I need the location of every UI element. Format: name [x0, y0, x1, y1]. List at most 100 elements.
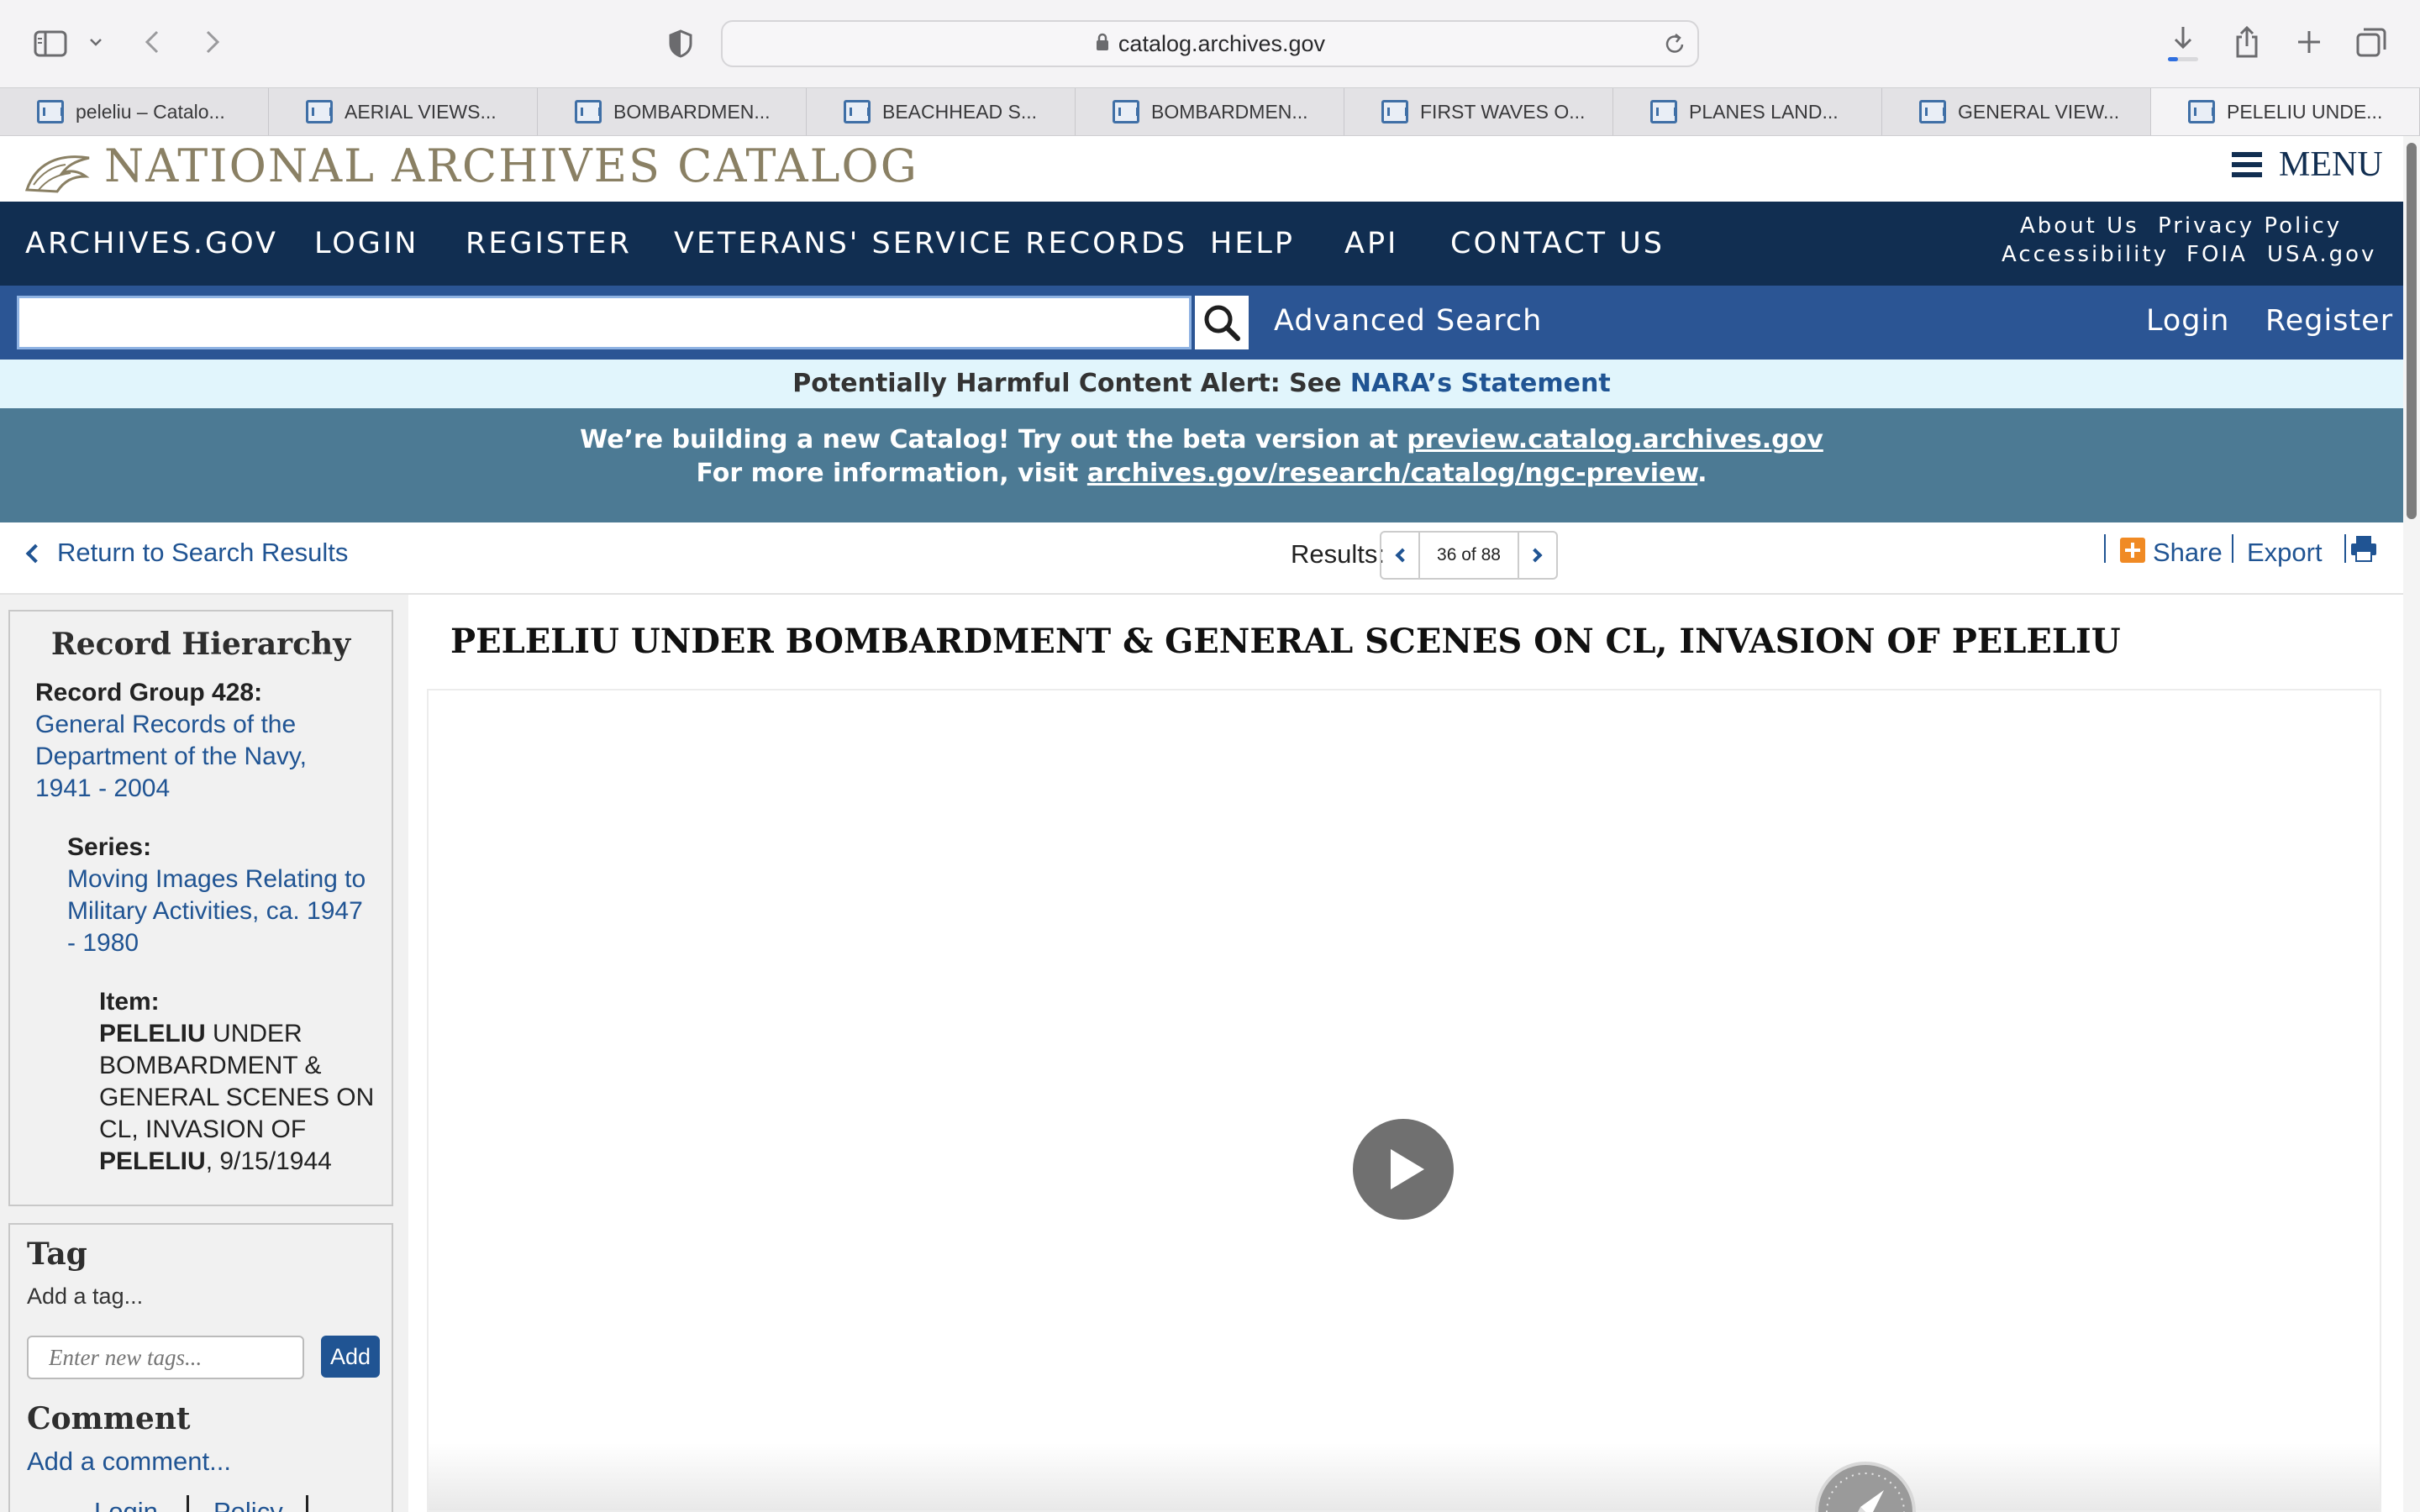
- result-count: 36 of 88: [1418, 533, 1519, 578]
- print-button[interactable]: [2349, 534, 2378, 570]
- tab-overview-icon[interactable]: [2354, 25, 2388, 59]
- search-input[interactable]: [17, 296, 1192, 349]
- header-login-link[interactable]: Login: [2146, 304, 2229, 338]
- record-group-label: Record Group 428:: [35, 679, 263, 706]
- hamburger-icon: [2232, 152, 2262, 177]
- eagle-logo-icon[interactable]: [24, 148, 92, 197]
- add-comment-link[interactable]: Add a comment...: [27, 1446, 231, 1477]
- sidebar-toggle-icon[interactable]: [34, 27, 67, 60]
- tag-panel: Tag Add a tag... Add Comment Add a comme…: [8, 1223, 393, 1512]
- next-result-button[interactable]: [1519, 533, 1556, 578]
- printer-icon: [2351, 536, 2376, 562]
- beta-line2-text: For more information, visit: [696, 459, 1087, 488]
- record-hierarchy-title: Record Hierarchy: [50, 627, 351, 662]
- play-button[interactable]: [1353, 1119, 1454, 1220]
- hierarchy-series: Series: Moving Images Relating to Milita…: [67, 832, 392, 959]
- record-title: PELELIU UNDER BOMBARDMENT & GENERAL SCEN…: [450, 622, 2121, 661]
- link-line: Military Activities, ca. 1947: [67, 897, 363, 925]
- archives-favicon-icon: [2188, 100, 2215, 123]
- record-group-link[interactable]: General Records of the Department of the…: [35, 709, 392, 805]
- scrollbar-thumb[interactable]: [2407, 143, 2417, 519]
- link-line: 1941 - 2004: [35, 774, 171, 802]
- text: , 9/15/1944: [205, 1147, 332, 1175]
- share-label: Share: [2153, 538, 2223, 567]
- search-bar: Advanced Search Login Register: [0, 286, 2403, 360]
- browser-tab[interactable]: BOMBARDMEN...: [538, 88, 807, 135]
- browser-tab[interactable]: BEACHHEAD S...: [807, 88, 1076, 135]
- browser-tab[interactable]: peleliu – Catalo...: [0, 88, 269, 135]
- text: GENERAL SCENES ON: [99, 1084, 375, 1111]
- link-line: General Records of the: [35, 711, 297, 738]
- item-label: Item:: [99, 988, 160, 1016]
- downloads-icon[interactable]: [2166, 22, 2200, 66]
- privacy-shield-icon[interactable]: [666, 29, 696, 59]
- archives-favicon-icon: [1113, 100, 1139, 123]
- compass-icon[interactable]: [1815, 1462, 1916, 1512]
- address-bar[interactable]: catalog.archives.gov: [721, 20, 1699, 67]
- nav-login[interactable]: LOGIN: [314, 227, 418, 260]
- comment-policy-link[interactable]: Policy: [213, 1497, 283, 1512]
- site-logo-text[interactable]: NATIONAL ARCHIVES CATALOG: [104, 139, 918, 192]
- player-shade: [429, 1443, 2380, 1510]
- nav-veterans-service-records[interactable]: VETERANS' SERVICE RECORDS: [674, 227, 1187, 260]
- text: BOMBARDMENT &: [99, 1052, 322, 1079]
- back-icon[interactable]: [139, 25, 165, 59]
- util-foia[interactable]: FOIA: [2186, 242, 2248, 267]
- archives-favicon-icon: [37, 100, 64, 123]
- chevron-down-icon[interactable]: [86, 32, 106, 52]
- tag-input[interactable]: [27, 1336, 304, 1379]
- forward-icon[interactable]: [200, 25, 225, 59]
- series-link[interactable]: Moving Images Relating to Military Activ…: [67, 864, 392, 959]
- beta-line1-text: We’re building a new Catalog! Try out th…: [580, 425, 1407, 454]
- previous-result-button[interactable]: [1381, 533, 1418, 578]
- browser-tab-active[interactable]: PELELIU UNDE...: [2151, 88, 2420, 135]
- advanced-search-link[interactable]: Advanced Search: [1274, 304, 1542, 338]
- browser-tab[interactable]: BOMBARDMEN...: [1076, 88, 1344, 135]
- share-icon[interactable]: [2232, 24, 2262, 60]
- return-to-results-link[interactable]: Return to Search Results: [25, 538, 348, 568]
- alert-text: Potentially Harmful Content Alert: See: [792, 369, 1350, 398]
- nav-contact-us[interactable]: CONTACT US: [1450, 227, 1665, 260]
- menu-button[interactable]: MENU: [2232, 144, 2383, 185]
- results-pager: 36 of 88: [1380, 531, 1558, 580]
- archives-favicon-icon: [1381, 100, 1408, 123]
- util-about-us[interactable]: About Us: [2020, 213, 2139, 239]
- comment-login-link[interactable]: Login: [94, 1497, 158, 1512]
- divider: [187, 1495, 189, 1512]
- util-accessibility[interactable]: Accessibility: [2002, 242, 2169, 267]
- video-player[interactable]: [427, 689, 2381, 1512]
- nara-statement-link[interactable]: NARA’s Statement: [1350, 369, 1611, 398]
- archives-favicon-icon: [575, 100, 602, 123]
- util-privacy-policy[interactable]: Privacy Policy: [2158, 213, 2342, 239]
- archives-favicon-icon: [1919, 100, 1946, 123]
- beta-banner: We’re building a new Catalog! Try out th…: [0, 408, 2403, 522]
- link-line: Department of the Navy,: [35, 743, 307, 770]
- divider: [306, 1495, 308, 1512]
- nav-help[interactable]: HELP: [1210, 227, 1295, 260]
- beta-info-link[interactable]: archives.gov/research/catalog/ngc-previe…: [1087, 459, 1697, 488]
- browser-tab[interactable]: AERIAL VIEWS...: [269, 88, 538, 135]
- tag-title: Tag: [27, 1236, 87, 1272]
- share-button[interactable]: Share: [2119, 538, 2223, 568]
- results-bar: Return to Search Results Results: 36 of …: [0, 522, 2403, 595]
- tab-bar: peleliu – Catalo... AERIAL VIEWS... BOMB…: [0, 87, 2420, 136]
- nav-api[interactable]: API: [1344, 227, 1398, 260]
- browser-tab[interactable]: PLANES LAND...: [1613, 88, 1882, 135]
- archives-favicon-icon: [1650, 100, 1677, 123]
- search-icon: [1204, 305, 1240, 341]
- new-tab-icon[interactable]: [2294, 27, 2324, 57]
- nav-register[interactable]: REGISTER: [466, 227, 632, 260]
- browser-tab[interactable]: GENERAL VIEW...: [1882, 88, 2151, 135]
- export-button[interactable]: Export: [2247, 538, 2323, 568]
- search-button[interactable]: [1195, 296, 1249, 349]
- add-tag-button[interactable]: Add: [321, 1336, 380, 1378]
- reload-icon[interactable]: [1664, 32, 1686, 59]
- plus-box-icon: [2120, 538, 2145, 563]
- beta-preview-link[interactable]: preview.catalog.archives.gov: [1407, 425, 1823, 454]
- util-usa-gov[interactable]: USA.gov: [2267, 242, 2376, 267]
- header-register-link[interactable]: Register: [2265, 304, 2393, 338]
- play-icon: [1391, 1149, 1424, 1189]
- browser-tab[interactable]: FIRST WAVES O...: [1344, 88, 1613, 135]
- nav-archives-gov[interactable]: ARCHIVES.GOV: [25, 227, 278, 260]
- comment-title: Comment: [27, 1401, 191, 1436]
